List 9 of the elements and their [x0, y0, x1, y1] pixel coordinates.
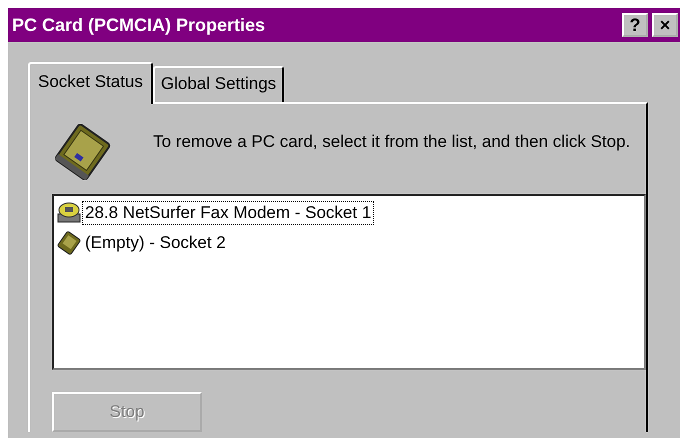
instruction-text: To remove a PC card, select it from the list, and then click Stop.: [153, 131, 632, 153]
tab[interactable]: Global Settings: [152, 66, 284, 102]
modem-icon: [56, 201, 82, 225]
close-button[interactable]: ×: [652, 13, 678, 37]
tab[interactable]: Socket Status: [28, 62, 153, 104]
list-item[interactable]: (Empty) - Socket 2: [82, 231, 229, 255]
list-item[interactable]: 28.8 NetSurfer Fax Modem - Socket 1: [82, 201, 374, 225]
help-button[interactable]: ?: [622, 13, 648, 37]
window-title: PC Card (PCMCIA) Properties: [12, 14, 266, 36]
